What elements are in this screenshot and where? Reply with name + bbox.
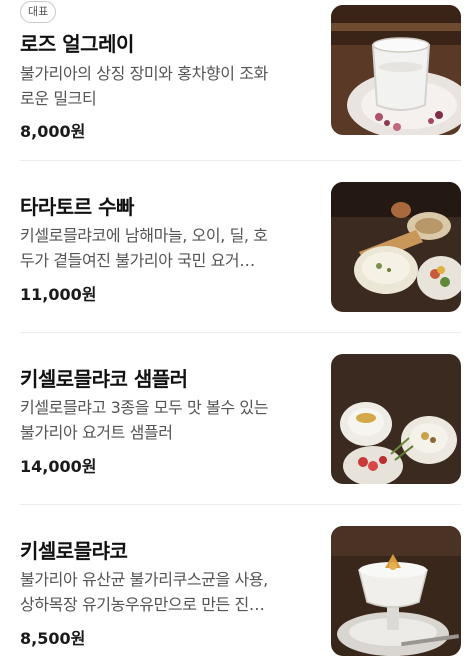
soup-photo[interactable] xyxy=(331,182,461,312)
item-divider xyxy=(20,332,461,333)
menu-item-name: 타라토르 수빠 xyxy=(20,195,134,219)
milk-tea-photo[interactable] xyxy=(331,5,461,135)
menu-item-rose-earl-grey[interactable]: 대표 로즈 얼그레이 불가리아의 상징 장미와 홍차향이 조화 로운 밀크티 8… xyxy=(20,0,461,150)
menu-item-desc-line1: 키셀로믈랴고 3종을 모두 맛 볼수 있는 xyxy=(20,398,269,417)
menu-item-price: 11,000원 xyxy=(20,285,97,304)
menu-item-desc-line1: 키셀로믈랴코에 남해마늘, 오이, 딜, 호 xyxy=(20,226,268,245)
menu-item-price: 8,000원 xyxy=(20,122,86,141)
menu-item-name: 로즈 얼그레이 xyxy=(20,32,134,56)
menu-item-desc-line1: 불가리아의 상징 장미와 홍차향이 조화 xyxy=(20,64,268,83)
menu-item-tarator-soup[interactable]: 타라토르 수빠 키셀로믈랴코에 남해마늘, 오이, 딜, 호 두가 곁들여진 불… xyxy=(20,177,461,327)
menu-item-desc-line2: 두가 곁들여진 불가리아 국민 요거… xyxy=(20,251,255,270)
yogurt-sampler-photo[interactable] xyxy=(331,354,461,484)
menu-item-desc-line1: 불가리아 유산균 불가리쿠스균을 사용, xyxy=(20,570,268,589)
item-divider xyxy=(20,160,461,161)
menu-item-kiselo-mlyako[interactable]: 키셀로믈랴코 불가리아 유산균 불가리쿠스균을 사용, 상하목장 유기농우유만으… xyxy=(20,521,461,671)
menu-item-name: 키셀로믈랴코 샘플러 xyxy=(20,367,188,391)
menu-list: 대표 로즈 얼그레이 불가리아의 상징 장미와 홍차향이 조화 로운 밀크티 8… xyxy=(0,0,468,671)
menu-item-price: 14,000원 xyxy=(20,457,97,476)
menu-item-desc-line2: 상하목장 유기농우유만으로 만든 진… xyxy=(20,595,265,614)
menu-item-kiselo-sampler[interactable]: 키셀로믈랴코 샘플러 키셀로믈랴고 3종을 모두 맛 볼수 있는 불가리아 요거… xyxy=(20,349,461,499)
menu-item-price: 8,500원 xyxy=(20,629,86,648)
item-divider xyxy=(20,504,461,505)
menu-item-desc-line2: 불가리아 요거트 샘플러 xyxy=(20,423,173,442)
menu-item-name: 키셀로믈랴코 xyxy=(20,539,128,563)
signature-badge: 대표 xyxy=(20,1,57,23)
yogurt-cup-photo[interactable] xyxy=(331,526,461,656)
menu-item-desc-line2: 로운 밀크티 xyxy=(20,89,97,108)
